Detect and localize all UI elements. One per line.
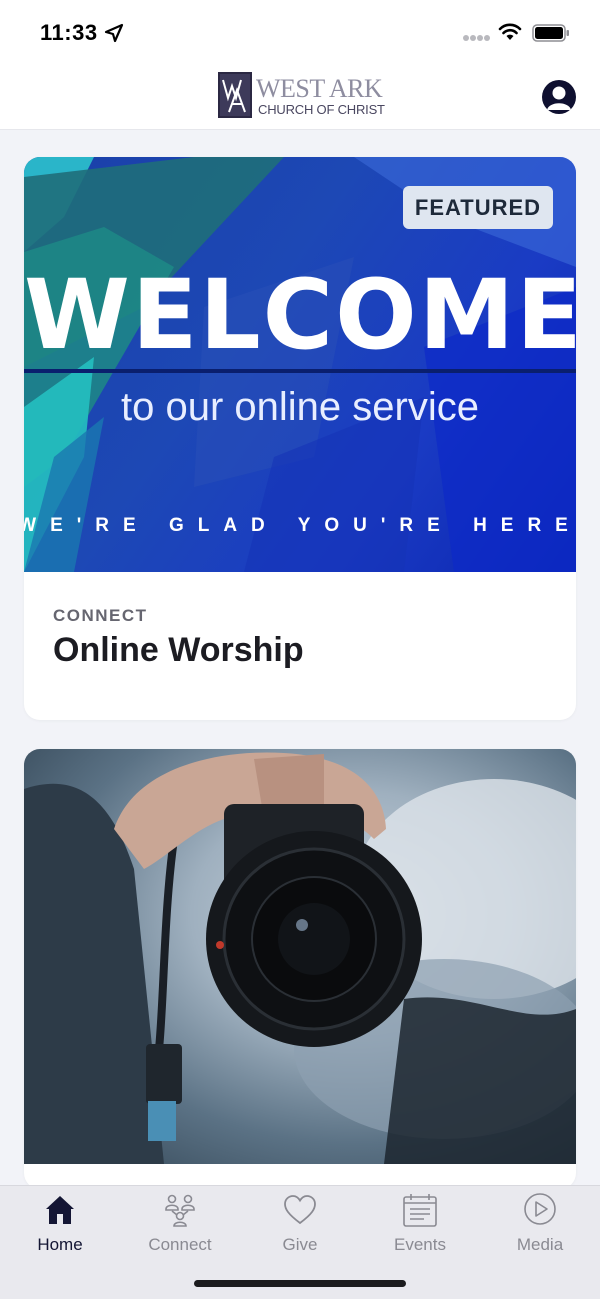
- tab-label-media: Media: [516, 1235, 564, 1254]
- banner-subline: to our online service: [121, 385, 479, 429]
- home-indicator[interactable]: [194, 1280, 406, 1287]
- tab-label-give: Give: [282, 1235, 318, 1254]
- tab-home[interactable]: Home: [0, 1186, 120, 1266]
- logo-subtitle: CHURCH OF CHRIST: [258, 102, 385, 117]
- church-logo[interactable]: WEST ARK CHURCH OF CHRIST: [218, 72, 388, 120]
- banner-divider: [24, 369, 576, 373]
- tab-give[interactable]: Give: [240, 1186, 360, 1266]
- featured-card-online-worship[interactable]: WELCOME to our online service WE'RE GLAD…: [24, 157, 576, 720]
- bottom-tab-bar: Home Connect Give Events Media: [0, 1185, 600, 1299]
- signal-dots-icon: [463, 35, 490, 41]
- app-header: WEST ARK CHURCH OF CHRIST: [0, 64, 600, 130]
- tab-label-connect: Connect: [148, 1235, 212, 1254]
- card-title[interactable]: Online Worship: [53, 631, 304, 670]
- profile-button[interactable]: [542, 80, 576, 114]
- welcome-banner-image: WELCOME to our online service WE'RE GLAD…: [24, 157, 576, 572]
- featured-badge: FEATURED: [403, 186, 553, 229]
- home-icon: [46, 1196, 74, 1224]
- calendar-icon: [403, 1194, 437, 1227]
- card-category: CONNECT: [53, 606, 148, 625]
- location-arrow-icon: [104, 23, 124, 43]
- heart-icon: [284, 1195, 316, 1225]
- tab-label-events: Events: [394, 1235, 446, 1254]
- wifi-icon: [498, 23, 522, 40]
- people-icon: [165, 1194, 195, 1227]
- user-circle-icon: [547, 86, 571, 110]
- tab-events[interactable]: Events: [360, 1186, 480, 1266]
- play-circle-icon: [524, 1193, 556, 1225]
- tab-connect[interactable]: Connect: [120, 1186, 240, 1266]
- battery-icon: [532, 24, 569, 42]
- status-time: 11:33: [40, 20, 98, 45]
- camera-illustration: [24, 752, 576, 1164]
- banner-tagline: WE'RE GLAD YOU'RE HERE: [24, 515, 576, 536]
- media-card[interactable]: [24, 749, 576, 1189]
- tab-media[interactable]: Media: [480, 1186, 600, 1266]
- status-bar: 11:33: [0, 0, 600, 64]
- logo-mark: [218, 72, 252, 118]
- logo-title: WEST ARK: [256, 74, 383, 103]
- camera-photo-image: [24, 749, 576, 1164]
- tab-label-home: Home: [37, 1235, 83, 1254]
- banner-headline: WELCOME: [24, 259, 576, 371]
